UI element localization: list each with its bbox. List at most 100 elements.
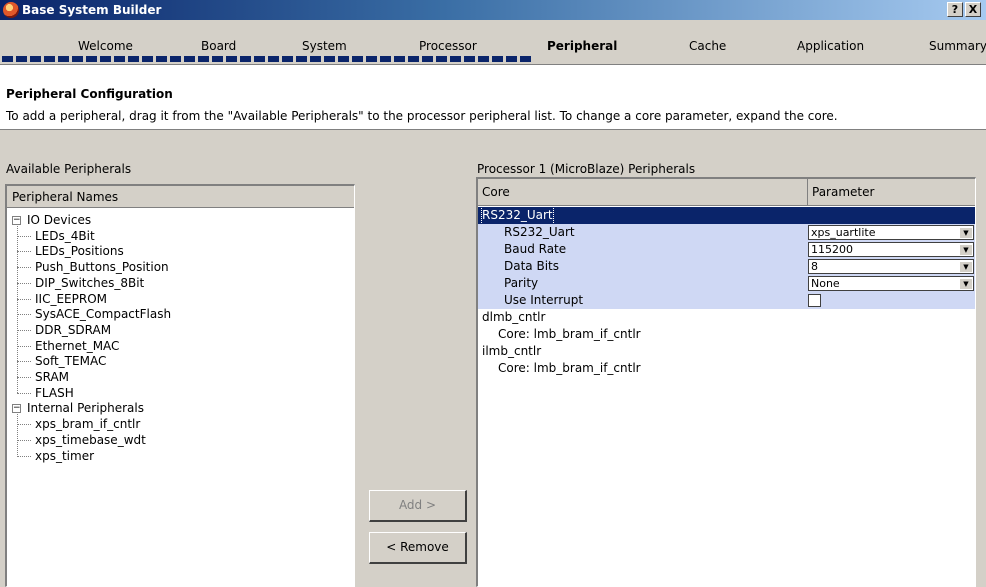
page-title: Peripheral Configuration xyxy=(6,87,173,101)
parameter-value: 8 xyxy=(811,260,818,273)
progress-block xyxy=(226,56,237,62)
tree-item[interactable]: xps_bram_if_cntlr xyxy=(35,416,140,432)
progress-block xyxy=(338,56,349,62)
progress-block xyxy=(898,56,909,62)
tree-item[interactable]: FLASH xyxy=(35,385,74,401)
tree-item[interactable]: Ethernet_MAC xyxy=(35,338,119,354)
progress-block xyxy=(324,56,335,62)
grid-row[interactable]: Parity None ▼ xyxy=(478,275,975,292)
tree-line xyxy=(17,439,31,441)
core-cell: RS232_Uart xyxy=(481,206,554,225)
grid-row[interactable]: Data Bits 8 ▼ xyxy=(478,258,975,275)
progress-block xyxy=(660,56,671,62)
core-cell: Data Bits xyxy=(504,259,559,273)
progress-block xyxy=(744,56,755,62)
processor-peripherals-grid[interactable]: Core Parameter RS232_Uart RS232_Uart xps_u… xyxy=(476,177,976,587)
tree-item[interactable]: xps_timer xyxy=(35,448,94,464)
step-peripheral: Peripheral xyxy=(547,39,618,53)
tree-group[interactable]: IO Devices xyxy=(27,212,91,228)
tree-line xyxy=(17,414,18,456)
progress-block xyxy=(604,56,615,62)
tree-line xyxy=(17,361,31,363)
grid-row[interactable]: Use Interrupt xyxy=(478,292,975,309)
add-button[interactable]: Add > xyxy=(369,490,467,522)
available-peripherals-tree[interactable]: Peripheral Names − IO Devices LEDs_4Bit LED… xyxy=(5,184,355,587)
progress-block xyxy=(618,56,629,62)
tree-item[interactable]: DIP_Switches_8Bit xyxy=(35,275,144,291)
grid-row[interactable]: ilmb_cntlr xyxy=(478,343,975,360)
step-welcome: Welcome xyxy=(78,39,133,53)
step-summary: Summary xyxy=(929,39,986,53)
chevron-down-icon[interactable]: ▼ xyxy=(959,261,972,272)
parameter-combo[interactable]: 115200 ▼ xyxy=(808,242,974,257)
parameter-combo[interactable]: None ▼ xyxy=(808,276,974,291)
grid-row[interactable]: RS232_Uart xyxy=(478,206,975,225)
tree-item[interactable]: Soft_TEMAC xyxy=(35,353,106,369)
progress-block xyxy=(730,56,741,62)
chevron-down-icon[interactable]: ▼ xyxy=(959,278,972,289)
progress-block xyxy=(520,56,531,62)
tree-item[interactable]: IIC_EEPROM xyxy=(35,291,107,307)
app-icon xyxy=(3,2,19,18)
progress-block xyxy=(408,56,419,62)
progress-block xyxy=(352,56,363,62)
tree-expander[interactable]: − xyxy=(12,216,21,225)
progress-block xyxy=(912,56,923,62)
progress-block xyxy=(366,56,377,62)
grid-row[interactable]: RS232_Uart xps_uartlite ▼ xyxy=(478,224,975,241)
tree-item[interactable]: DDR_SDRAM xyxy=(35,322,111,338)
peripheral-names-header[interactable]: Peripheral Names xyxy=(7,186,354,208)
progress-block xyxy=(100,56,111,62)
parameter-combo[interactable]: xps_uartlite ▼ xyxy=(808,225,974,240)
chevron-down-icon[interactable]: ▼ xyxy=(959,227,972,238)
core-cell: Use Interrupt xyxy=(504,293,584,307)
tree-line xyxy=(17,392,31,394)
tree-item[interactable]: SRAM xyxy=(35,369,69,385)
progress-block xyxy=(940,56,951,62)
grid-row[interactable]: dlmb_cntlr xyxy=(478,309,975,326)
tree-item[interactable]: LEDs_4Bit xyxy=(35,228,95,244)
progress-block xyxy=(800,56,811,62)
step-cache: Cache xyxy=(689,39,727,53)
step-application: Application xyxy=(797,39,865,53)
grid-row[interactable]: Core: lmb_bram_if_cntlr xyxy=(478,326,975,343)
progress-block xyxy=(282,56,293,62)
tree-expander[interactable]: − xyxy=(12,404,21,414)
parameter-value: xps_uartlite xyxy=(811,226,876,239)
progress-block xyxy=(688,56,699,62)
column-parameter[interactable]: Parameter xyxy=(808,179,975,206)
progress-block xyxy=(646,56,657,62)
progress-block xyxy=(758,56,769,62)
available-peripherals-label: Available Peripherals xyxy=(6,162,132,176)
help-button[interactable]: ? xyxy=(947,2,963,17)
progress-block xyxy=(828,56,839,62)
progress-block xyxy=(926,56,937,62)
grid-row[interactable]: Baud Rate 115200 ▼ xyxy=(478,241,975,258)
tree-line xyxy=(17,345,31,347)
progress-block xyxy=(632,56,643,62)
tree-item[interactable]: SysACE_CompactFlash xyxy=(35,306,171,322)
progress-block xyxy=(436,56,447,62)
parameter-combo[interactable]: 8 ▼ xyxy=(808,259,974,274)
core-cell: Parity xyxy=(504,276,539,290)
progress-block xyxy=(450,56,461,62)
progress-block xyxy=(590,56,601,62)
grid-row[interactable]: Core: lmb_bram_if_cntlr xyxy=(478,360,975,377)
tree-group[interactable]: Internal Peripherals xyxy=(27,400,144,416)
progress-block xyxy=(394,56,405,62)
close-button[interactable]: X xyxy=(965,2,981,17)
use-interrupt-checkbox[interactable] xyxy=(808,294,821,307)
tree-item[interactable]: LEDs_Positions xyxy=(35,243,124,259)
chevron-down-icon[interactable]: ▼ xyxy=(959,244,972,255)
progress-block xyxy=(2,56,13,62)
progress-block xyxy=(702,56,713,62)
remove-button[interactable]: < Remove xyxy=(369,532,467,564)
tree-item[interactable]: Push_Buttons_Position xyxy=(35,259,169,275)
tree-line xyxy=(17,424,31,426)
column-core[interactable]: Core xyxy=(478,179,808,206)
progress-block xyxy=(170,56,181,62)
tree-item[interactable]: xps_timebase_wdt xyxy=(35,432,146,448)
progress-block xyxy=(534,56,545,62)
progress-block xyxy=(464,56,475,62)
window-title: Base System Builder xyxy=(22,3,162,17)
